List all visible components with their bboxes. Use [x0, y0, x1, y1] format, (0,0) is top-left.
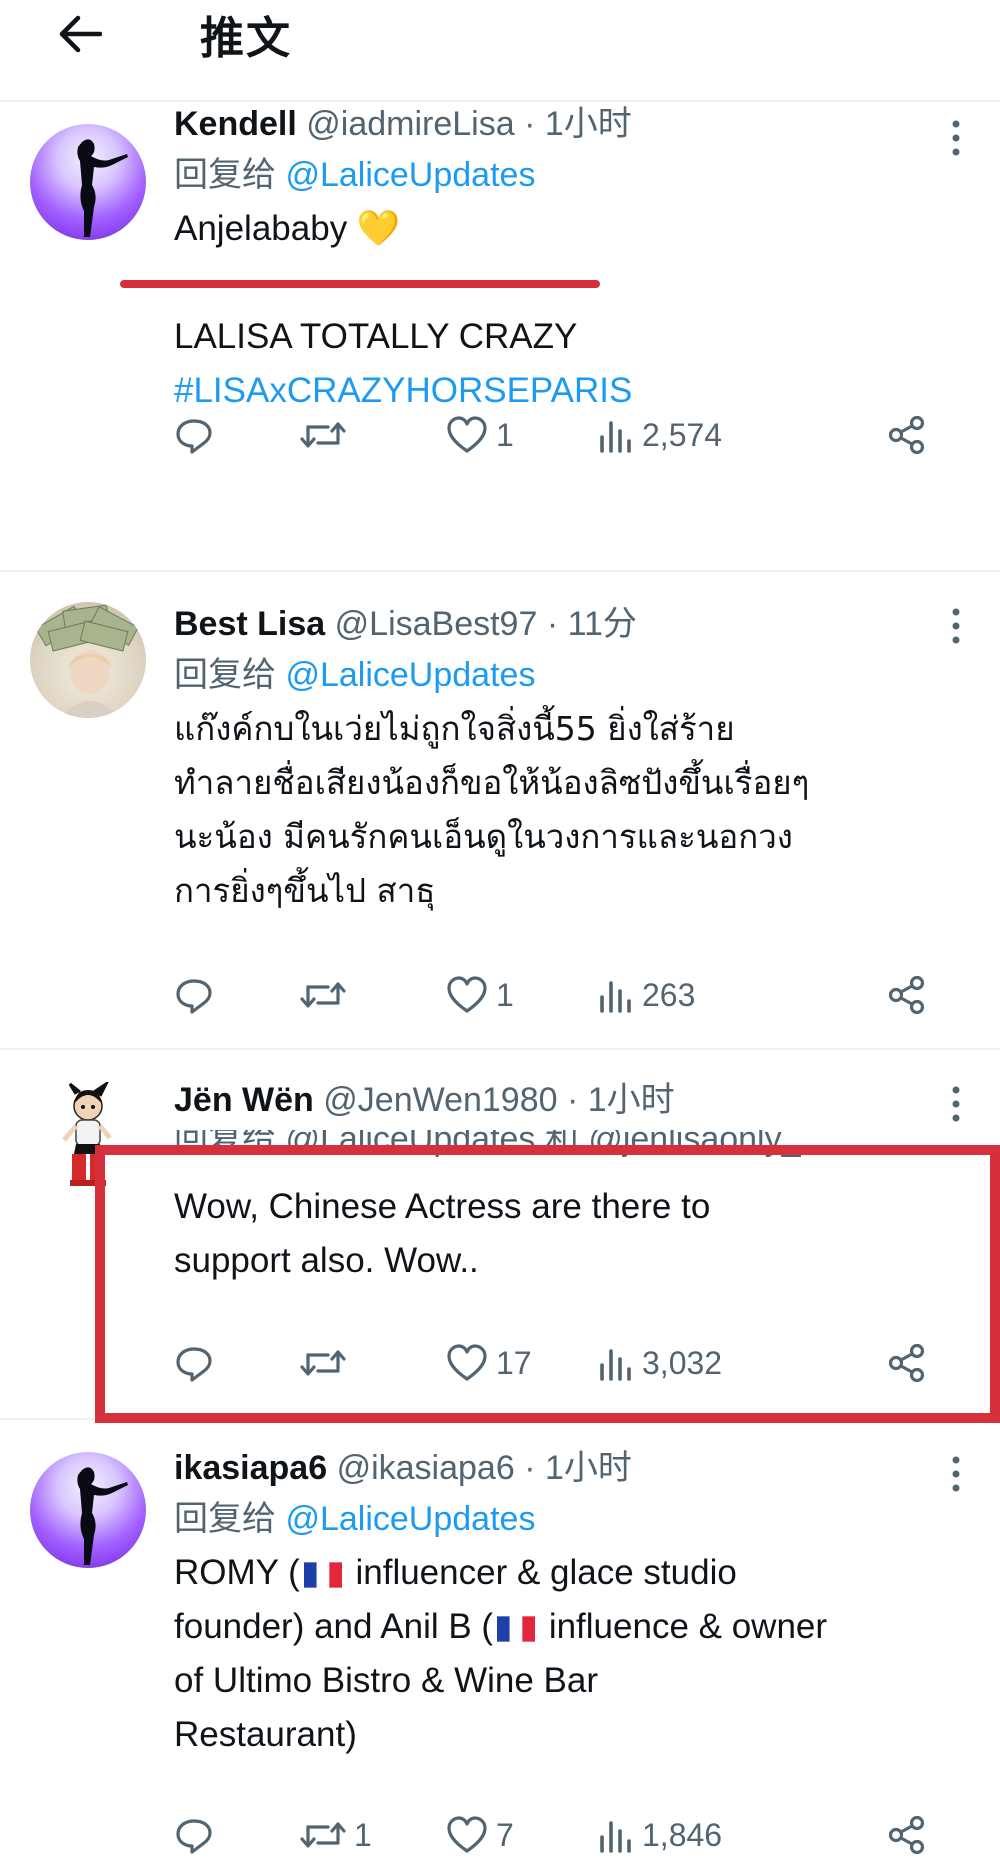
reply-mention[interactable]: @LaliceUpdates — [285, 656, 535, 694]
tweet-text: ROMY ( influencer & glace studio founder… — [174, 1546, 960, 1762]
like-count: 7 — [496, 1816, 514, 1853]
tweet-ikasiapa6[interactable]: ikasiapa6 @ikasiapa6 · 1小时 回复给 @LaliceUp… — [0, 1420, 1000, 1870]
views-count: 2,574 — [642, 416, 723, 453]
share-icon — [888, 415, 925, 455]
reply-to-line: 回复给 @LaliceUpdates — [174, 1496, 960, 1542]
author-handle[interactable]: @JenWen1980 — [323, 1081, 557, 1119]
like-button[interactable]: 1 — [446, 410, 514, 460]
action-bar: 1 2,574 — [174, 410, 960, 460]
retweet-icon — [300, 1822, 346, 1848]
action-bar: 1 263 — [174, 970, 960, 1020]
tweet-line: Anjelababy 💛 — [174, 209, 401, 248]
avatar[interactable] — [30, 124, 146, 240]
reply-icon — [176, 1819, 212, 1854]
reply-button[interactable] — [174, 970, 214, 1020]
reply-to-line: 回复给 @LaliceUpdates — [174, 652, 960, 698]
retweet-icon — [300, 982, 346, 1008]
views-icon — [600, 1821, 631, 1853]
top-bar: 推文 — [0, 0, 1000, 102]
retweet-icon — [300, 422, 346, 448]
views-button[interactable]: 263 — [598, 970, 695, 1020]
timestamp[interactable]: · 1小时 — [524, 1449, 632, 1487]
text-fragment: influencer & glace studio — [345, 1553, 737, 1592]
reply-icon — [176, 979, 212, 1014]
retweet-button[interactable] — [300, 970, 346, 1020]
tweet-line: of Ultimo Bistro & Wine Bar — [174, 1661, 598, 1700]
reply-prefix: 回复给 — [174, 656, 276, 694]
share-icon — [888, 975, 925, 1015]
more-icon[interactable] — [948, 606, 964, 646]
like-button[interactable]: 1 — [446, 970, 514, 1020]
reply-button[interactable] — [174, 1810, 214, 1860]
reply-icon — [176, 419, 212, 454]
author-handle[interactable]: @ikasiapa6 — [337, 1449, 515, 1487]
annotation-highlight-box — [95, 1145, 1000, 1423]
share-button[interactable] — [886, 970, 928, 1020]
like-button[interactable]: 7 — [446, 1810, 514, 1860]
heart-icon — [447, 976, 487, 1013]
tweet-line: นะน้อง มีคนรักคนเอ็นดูในวงการและนอกวง — [174, 817, 793, 856]
views-icon — [600, 421, 631, 453]
france-flag-icon — [497, 1616, 536, 1642]
share-button[interactable] — [886, 410, 928, 460]
author-name[interactable]: ikasiapa6 — [174, 1449, 327, 1487]
tweet-line: การยิ่งๆขึ้นไป สาธุ — [174, 871, 436, 910]
timestamp[interactable]: · 1小时 — [567, 1081, 675, 1119]
author-handle[interactable]: @iadmireLisa — [306, 105, 514, 143]
timestamp[interactable]: · 1小时 — [524, 105, 632, 143]
tweet-best-lisa[interactable]: Best Lisa @LisaBest97 · 11分 回复给 @LaliceU… — [0, 572, 1000, 1050]
timestamp[interactable]: · 11分 — [547, 605, 637, 643]
more-icon[interactable] — [948, 1084, 964, 1124]
retweet-count: 1 — [354, 1816, 372, 1853]
tweet-line: แก๊งค์กบในเว่ยไม่ถูกใจสิ่งนี้55 ยิ่งใส่ร… — [174, 709, 735, 748]
tweet-text: Anjelababy 💛 LALISA TOTALLY CRAZY #LISAx… — [174, 202, 960, 418]
reply-prefix: 回复给 — [174, 156, 276, 194]
reply-to-line: 回复给 @LaliceUpdates — [174, 152, 960, 198]
heart-icon — [447, 1816, 487, 1853]
avatar[interactable] — [30, 602, 146, 718]
share-button[interactable] — [886, 1810, 928, 1860]
share-icon — [888, 1815, 925, 1855]
reply-mention[interactable]: @LaliceUpdates — [285, 156, 535, 194]
author-name[interactable]: Best Lisa — [174, 605, 325, 643]
annotation-underline — [120, 280, 600, 288]
text-fragment: influence & owner — [539, 1607, 828, 1646]
views-count: 1,846 — [642, 1816, 723, 1853]
like-count: 1 — [496, 416, 514, 453]
more-icon[interactable] — [948, 1454, 964, 1494]
text-fragment: founder) and Anil B ( — [174, 1607, 494, 1646]
views-icon — [600, 981, 631, 1013]
france-flag-icon — [303, 1562, 342, 1588]
back-button[interactable] — [50, 4, 110, 64]
reply-mention[interactable]: @LaliceUpdates — [285, 1500, 535, 1538]
views-button[interactable]: 2,574 — [598, 410, 722, 460]
tweet-text: แก๊งค์กบในเว่ยไม่ถูกใจสิ่งนี้55 ยิ่งใส่ร… — [174, 702, 960, 918]
reply-prefix: 回复给 — [174, 1500, 276, 1538]
action-bar: 1 7 1,846 — [174, 1810, 960, 1860]
back-arrow-icon — [59, 15, 102, 53]
tweet-line: LALISA TOTALLY CRAZY — [174, 317, 578, 356]
reply-button[interactable] — [174, 410, 214, 460]
avatar[interactable] — [30, 1452, 146, 1568]
tweet-line: founder) and Anil B ( influence & owner — [174, 1600, 960, 1654]
tweet-line: Restaurant) — [174, 1715, 357, 1754]
heart-icon — [447, 416, 487, 453]
author-name[interactable]: Kendell — [174, 105, 297, 143]
tweet-line: ROMY ( influencer & glace studio — [174, 1546, 960, 1600]
retweet-button[interactable]: 1 — [300, 1810, 372, 1860]
tweet-kendell[interactable]: Kendell @iadmireLisa · 1小时 回复给 @LaliceUp… — [0, 100, 1000, 572]
text-fragment: ROMY ( — [174, 1553, 300, 1592]
more-icon[interactable] — [948, 118, 964, 158]
page-title: 推文 — [200, 13, 292, 64]
like-count: 1 — [496, 976, 514, 1013]
author-name[interactable]: Jën Wën — [174, 1081, 314, 1119]
tweet-line: ทำลายชื่อเสียงน้องก็ขอให้น้องลิซปังขึ้นเ… — [174, 763, 810, 802]
views-button[interactable]: 1,846 — [598, 1810, 722, 1860]
author-handle[interactable]: @LisaBest97 — [335, 605, 538, 643]
views-count: 263 — [642, 976, 696, 1013]
retweet-button[interactable] — [300, 410, 346, 460]
